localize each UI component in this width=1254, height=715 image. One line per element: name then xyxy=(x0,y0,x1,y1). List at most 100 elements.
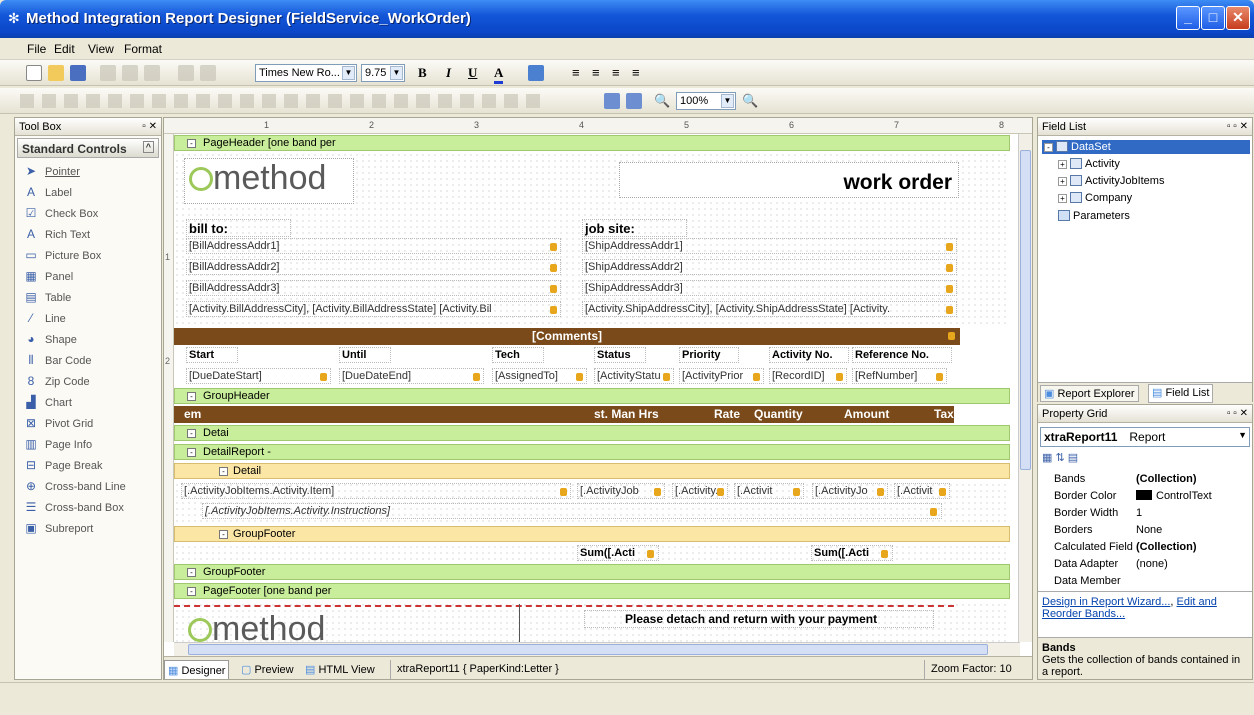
copy-icon[interactable] xyxy=(122,65,138,81)
paste-icon[interactable] xyxy=(144,65,160,81)
send-back-icon[interactable] xyxy=(626,93,642,109)
bring-front-icon[interactable] xyxy=(604,93,620,109)
band-group-footer-inner[interactable]: - GroupFooter xyxy=(174,526,1010,542)
band-detail[interactable]: - Detai xyxy=(174,425,1010,441)
save-icon[interactable] xyxy=(70,65,86,81)
property-row[interactable]: Bands (Collection) xyxy=(1050,473,1240,490)
cut-icon[interactable] xyxy=(100,65,116,81)
column-value-field[interactable]: [RecordID] xyxy=(769,368,847,384)
property-row[interactable]: Border Width 1 xyxy=(1050,507,1240,524)
bill-address-field[interactable]: [BillAddressAddr3] xyxy=(186,280,561,296)
item-field[interactable]: [.ActivityJobItems.Activity.Item] xyxy=(181,483,571,499)
item-field[interactable]: [.Activity. xyxy=(672,483,728,499)
object-selector[interactable]: xtraReport11 Report ▼ xyxy=(1040,427,1250,447)
bold-button[interactable]: B xyxy=(418,65,427,81)
align-right-icon[interactable]: ≡ xyxy=(612,65,620,80)
font-family-select[interactable]: Times New Ro... ▼ xyxy=(255,64,357,82)
toolbox-item-page-break[interactable]: ⊟ Page Break xyxy=(23,458,103,478)
ship-address-field[interactable]: [ShipAddressAddr1] xyxy=(582,238,957,254)
tree-table-item[interactable]: + ActivityJobItems xyxy=(1058,175,1164,187)
designer-horizontal-scrollbar[interactable] xyxy=(174,642,1020,656)
align-left-icon[interactable]: ≡ xyxy=(572,65,580,80)
menu-edit[interactable]: Edit xyxy=(54,42,75,56)
toolbox-item-cross-band-line[interactable]: ⊕ Cross-band Line xyxy=(23,479,126,499)
report-designer-surface[interactable]: 1 2 3 4 5 6 7 8 1 2 - PageHeader [one ban… xyxy=(163,117,1033,680)
property-row[interactable]: Borders None xyxy=(1050,524,1240,541)
item-field[interactable]: [.ActivityJo xyxy=(812,483,888,499)
zoom-in-icon[interactable]: 🔍 xyxy=(742,93,758,109)
toolbox-item-pivot-grid[interactable]: ⊠ Pivot Grid xyxy=(23,416,93,436)
band-group-header[interactable]: - GroupHeader xyxy=(174,388,1010,404)
tree-table-item[interactable]: + Company xyxy=(1058,192,1132,204)
column-value-field[interactable]: [ActivityStatu xyxy=(594,368,674,384)
band-page-footer[interactable]: - PageFooter [one band per xyxy=(174,583,1010,599)
column-value-field[interactable]: [DueDateEnd] xyxy=(339,368,484,384)
font-size-select[interactable]: 9.75 ▼ xyxy=(361,64,405,82)
underline-button[interactable]: U xyxy=(468,65,477,81)
title-bar[interactable]: ✻ Method Integration Report Designer (Fi… xyxy=(0,0,1254,38)
column-header-label[interactable]: Priority xyxy=(679,347,739,363)
maximize-button[interactable]: □ xyxy=(1201,6,1225,30)
comments-field[interactable]: [Comments] xyxy=(174,328,960,345)
band-detail-report[interactable]: - DetailReport - xyxy=(174,444,1010,460)
open-icon[interactable] xyxy=(48,65,64,81)
redo-icon[interactable] xyxy=(200,65,216,81)
toolbox-item-chart[interactable]: ▟ Chart xyxy=(23,395,72,415)
toolbox-item-rich-text[interactable]: A Rich Text xyxy=(23,227,90,247)
band-page-header[interactable]: - PageHeader [one band per xyxy=(174,135,1010,151)
close-button[interactable]: ✕ xyxy=(1226,6,1250,30)
column-value-field[interactable]: [AssignedTo] xyxy=(492,368,587,384)
sum-field-2[interactable]: Sum([.Acti xyxy=(811,545,893,561)
detach-label[interactable]: Please detach and return with your payme… xyxy=(584,610,934,628)
tree-table-item[interactable]: + Activity xyxy=(1058,158,1120,170)
item-header-row[interactable]: em st. Man Hrs Rate Quantity Amount Tax xyxy=(174,406,954,423)
sum-field-1[interactable]: Sum([.Acti xyxy=(577,545,659,561)
toolbox-item-table[interactable]: ▤ Table xyxy=(23,290,71,310)
column-header-label[interactable]: Reference No. xyxy=(852,347,952,363)
toolbox-item-bar-code[interactable]: ⦀ Bar Code xyxy=(23,353,91,373)
toolbox-item-line[interactable]: ⁄ Line xyxy=(23,311,66,331)
sort-buttons[interactable]: ▦ ⇅ ▤ xyxy=(1042,451,1078,464)
property-row[interactable]: Data Member xyxy=(1050,575,1240,592)
toolbox-item-subreport[interactable]: ▣ Subreport xyxy=(23,521,93,541)
work-order-box[interactable]: work order xyxy=(619,162,959,198)
property-row[interactable]: Data Adapter (none) xyxy=(1050,558,1240,575)
footer-divider-line[interactable] xyxy=(519,604,520,642)
property-row[interactable]: Calculated Field (Collection) xyxy=(1050,541,1240,558)
menu-file[interactable]: File xyxy=(27,42,46,56)
html-view-tab[interactable]: ▤ HTML View xyxy=(302,660,378,679)
report-explorer-tab[interactable]: ▣ Report Explorer xyxy=(1040,385,1139,402)
property-row[interactable]: Border Color ControlText xyxy=(1050,490,1240,507)
band-group-footer[interactable]: - GroupFooter xyxy=(174,564,1010,580)
zoom-select[interactable]: 100% ▼ xyxy=(676,92,736,110)
italic-button[interactable]: I xyxy=(446,65,451,81)
job-site-label[interactable]: job site: xyxy=(582,219,687,237)
menu-format[interactable]: Format xyxy=(124,42,162,56)
align-center-icon[interactable]: ≡ xyxy=(592,65,600,80)
toolbox-item-page-info[interactable]: ▥ Page Info xyxy=(23,437,92,457)
column-header-label[interactable]: Start xyxy=(186,347,238,363)
undo-icon[interactable] xyxy=(178,65,194,81)
instructions-field[interactable]: [.ActivityJobItems.Activity.Instructions… xyxy=(202,503,942,519)
column-header-label[interactable]: Until xyxy=(339,347,391,363)
column-header-label[interactable]: Tech xyxy=(492,347,544,363)
toolbox-item-pointer[interactable]: ➤ Pointer xyxy=(23,164,80,184)
column-value-field[interactable]: [RefNumber] xyxy=(852,368,947,384)
alignment-buttons[interactable] xyxy=(20,94,540,108)
toolbox-item-check-box[interactable]: ☑ Check Box xyxy=(23,206,99,226)
designer-vertical-scrollbar[interactable] xyxy=(1018,134,1032,642)
column-header-label[interactable]: Activity No. xyxy=(769,347,849,363)
toolbox-item-picture-box[interactable]: ▭ Picture Box xyxy=(23,248,101,268)
standard-controls-header[interactable]: Standard Controls ^ xyxy=(17,138,159,158)
footer-method-logo[interactable]: method xyxy=(184,612,354,642)
tree-dataset[interactable]: - DataSet xyxy=(1042,140,1250,154)
band-detail-inner[interactable]: - Detail xyxy=(174,463,1010,479)
back-color-icon[interactable] xyxy=(528,65,544,81)
item-field[interactable]: [.Activit xyxy=(734,483,804,499)
toolbox-item-panel[interactable]: ▦ Panel xyxy=(23,269,73,289)
toolbox-item-cross-band-box[interactable]: ☰ Cross-band Box xyxy=(23,500,124,520)
menu-view[interactable]: View xyxy=(88,42,114,56)
new-icon[interactable] xyxy=(26,65,42,81)
column-header-label[interactable]: Status xyxy=(594,347,646,363)
column-value-field[interactable]: [ActivityPrior xyxy=(679,368,764,384)
